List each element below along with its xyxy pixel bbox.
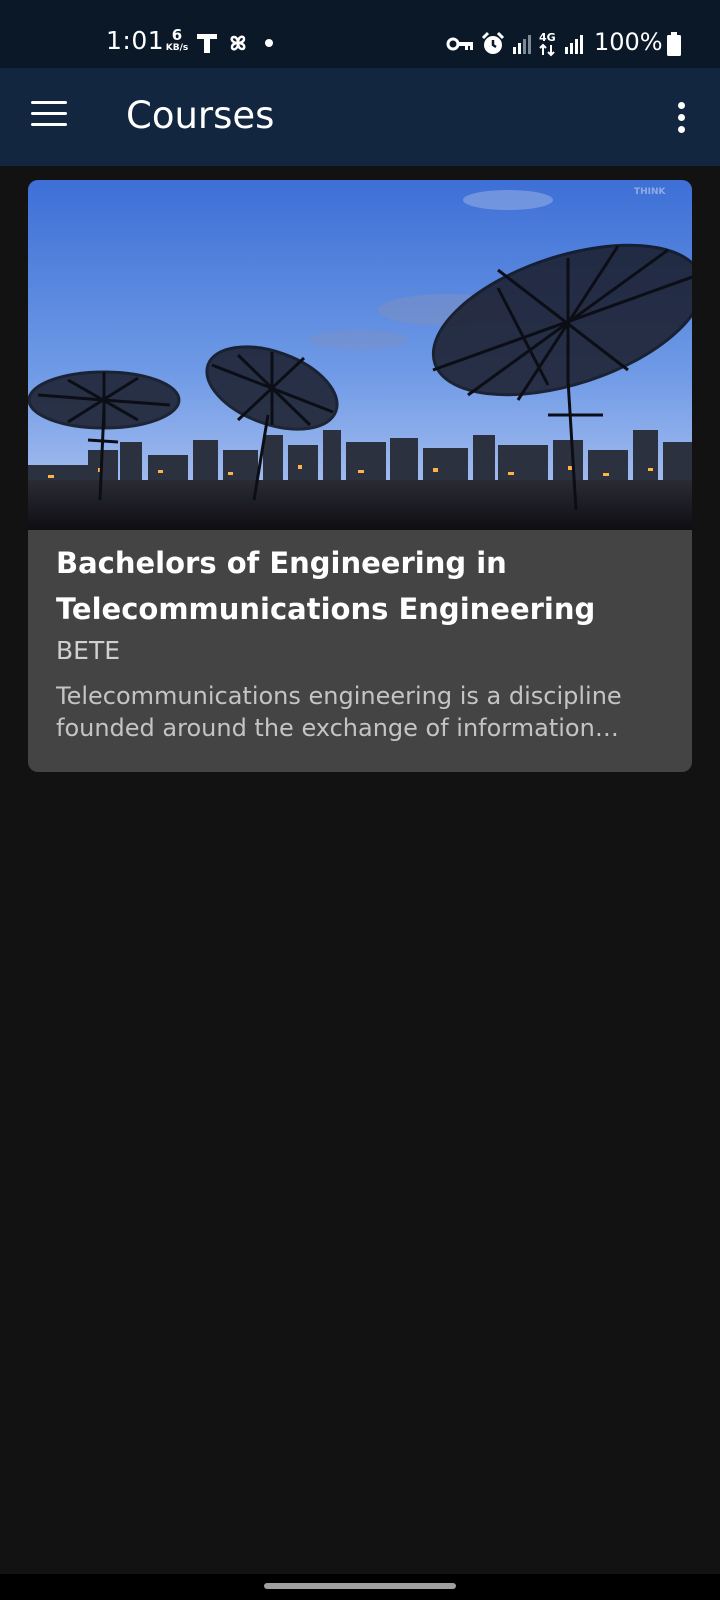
pinwheel-icon: [230, 35, 246, 51]
vpn-key-icon: [446, 37, 473, 51]
network-type-label: 4G: [539, 31, 556, 44]
more-vert-icon[interactable]: [676, 102, 686, 134]
notification-dot-icon: [265, 39, 273, 47]
page-title: Courses: [126, 94, 275, 137]
network-speed: 6 KB/s: [162, 28, 192, 53]
signal-icon: [513, 35, 531, 54]
battery-percent: 100%: [594, 28, 663, 56]
network-speed-unit: KB/s: [165, 43, 189, 53]
signal-icon: [565, 35, 583, 54]
course-description: Telecommunications engineering is a disc…: [56, 682, 622, 742]
alarm-icon: [481, 31, 505, 54]
status-time: 1:01: [106, 26, 165, 55]
status-bar: 1:01 6 KB/s 4G 100%: [0, 0, 720, 68]
network-speed-value: 6: [171, 26, 183, 44]
course-card[interactable]: THINK Bachelors of Engineering in Teleco…: [28, 180, 692, 772]
image-watermark: THINK: [634, 187, 667, 197]
battery-icon: [667, 32, 681, 56]
course-title: Bachelors of Engineering in Telecommunic…: [56, 546, 596, 626]
course-code: BETE: [56, 636, 121, 665]
4g-icon: 4G: [539, 31, 556, 57]
navigation-bar: [0, 1574, 720, 1600]
course-image: THINK: [28, 180, 692, 530]
home-gesture-handle[interactable]: [264, 1583, 456, 1589]
app-bar: Courses: [0, 68, 720, 166]
hamburger-menu-icon[interactable]: [31, 101, 67, 131]
t-mobile-icon: [197, 34, 217, 53]
